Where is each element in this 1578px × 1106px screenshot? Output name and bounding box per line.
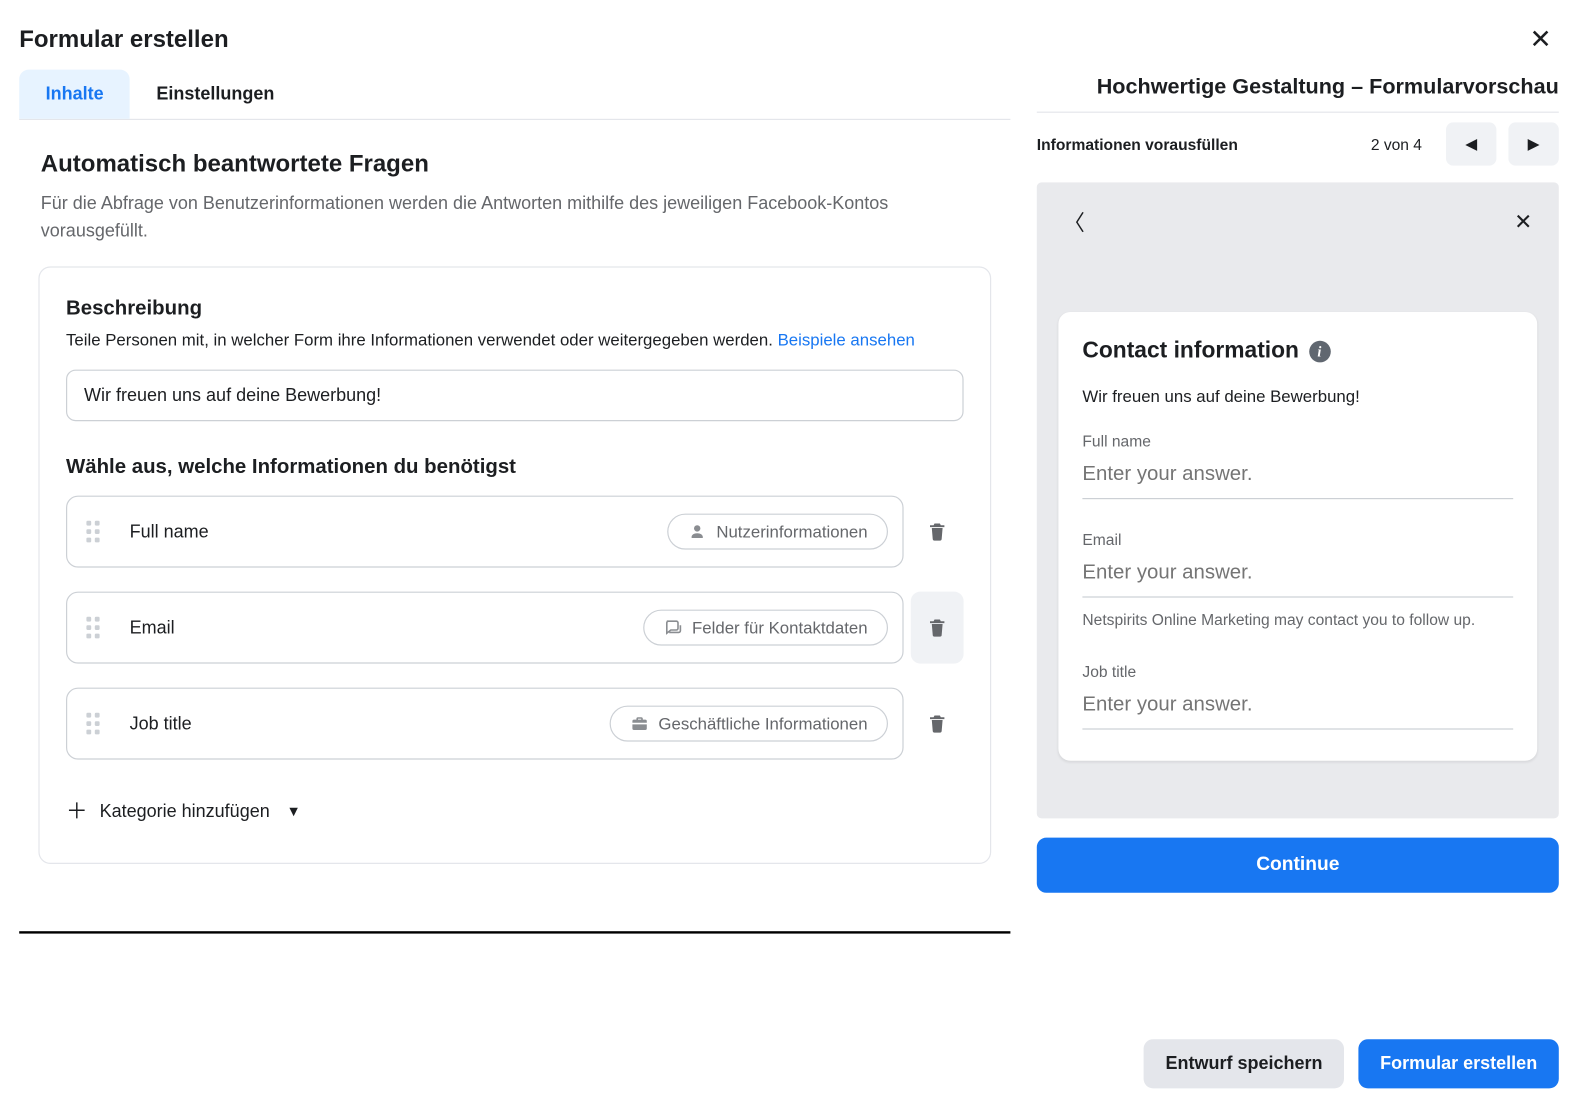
- preview-field-input[interactable]: [1082, 560, 1513, 597]
- page-title: Formular erstellen: [19, 26, 228, 54]
- select-info-heading: Wähle aus, welche Informationen du benöt…: [66, 455, 964, 479]
- preview-field-input[interactable]: [1082, 462, 1513, 499]
- trash-icon: [926, 713, 948, 735]
- save-draft-button[interactable]: Entwurf speichern: [1144, 1039, 1344, 1088]
- contact-card: Contact information i Wir freuen uns auf…: [1058, 312, 1537, 761]
- pager-position: 2 von 4: [1371, 135, 1422, 153]
- section-subtitle: Für die Abfrage von Benutzerinformatione…: [41, 191, 989, 245]
- contact-title: Contact information: [1082, 338, 1299, 364]
- chat-icon: [663, 618, 682, 637]
- briefcase-icon: [630, 714, 649, 733]
- chevron-down-icon: ▼: [287, 803, 301, 820]
- tab-settings[interactable]: Einstellungen: [130, 70, 301, 119]
- delete-field-button[interactable]: [911, 592, 964, 664]
- pager-label: Informationen vorausfüllen: [1037, 135, 1359, 153]
- preview-field-label: Full name: [1082, 432, 1513, 450]
- caret-right-icon: ▶: [1528, 134, 1540, 153]
- back-icon[interactable]: 〈: [1063, 206, 1085, 237]
- close-icon[interactable]: ✕: [1514, 209, 1532, 234]
- field-label: Job title: [130, 713, 610, 733]
- field-chip-user: Nutzerinformationen: [667, 514, 888, 550]
- trash-icon: [926, 617, 948, 639]
- description-text: Teile Personen mit, in welcher Form ihre…: [66, 330, 778, 349]
- continue-button[interactable]: Continue: [1037, 838, 1559, 893]
- preview-field-label: Job title: [1082, 663, 1513, 681]
- field-box[interactable]: Full name Nutzerinformationen: [66, 496, 904, 568]
- close-icon[interactable]: ✕: [1525, 22, 1557, 58]
- field-box[interactable]: Email Felder für Kontaktdaten: [66, 592, 904, 664]
- delete-field-button[interactable]: [911, 496, 964, 568]
- pager-next-button[interactable]: ▶: [1508, 122, 1558, 165]
- field-row-email: Email Felder für Kontaktdaten: [66, 592, 964, 664]
- description-card: Beschreibung Teile Personen mit, in welc…: [38, 266, 991, 864]
- caret-left-icon: ◀: [1465, 134, 1477, 153]
- drag-handle-icon[interactable]: [86, 713, 103, 735]
- info-icon[interactable]: i: [1309, 341, 1331, 363]
- field-row-fullname: Full name Nutzerinformationen: [66, 496, 964, 568]
- preview-field-hint: Netspirits Online Marketing may contact …: [1082, 610, 1513, 632]
- tab-bar: Inhalte Einstellungen: [19, 70, 1010, 120]
- divider: [1037, 112, 1559, 113]
- tab-content[interactable]: Inhalte: [19, 70, 130, 119]
- plus-icon: ＋: [66, 800, 88, 822]
- delete-field-button[interactable]: [911, 688, 964, 760]
- description-heading: Beschreibung: [66, 296, 964, 320]
- trash-icon: [926, 521, 948, 543]
- phone-preview: 〈 ✕ Contact information i Wir freuen uns…: [1037, 182, 1559, 818]
- contact-description: Wir freuen uns auf deine Bewerbung!: [1082, 386, 1513, 405]
- field-row-jobtitle: Job title Geschäftliche Informationen: [66, 688, 964, 760]
- field-label: Email: [130, 617, 643, 637]
- preview-field-input[interactable]: [1082, 693, 1513, 730]
- drag-handle-icon[interactable]: [86, 521, 103, 543]
- field-box[interactable]: Job title Geschäftliche Informationen: [66, 688, 904, 760]
- preview-title: Hochwertige Gestaltung – Formularvorscha…: [1037, 74, 1559, 99]
- create-form-button[interactable]: Formular erstellen: [1359, 1039, 1559, 1088]
- field-chip-business: Geschäftliche Informationen: [609, 706, 888, 742]
- description-input[interactable]: [66, 370, 964, 422]
- preview-field-label: Email: [1082, 530, 1513, 548]
- section-title: Automatisch beantwortete Fragen: [41, 151, 989, 179]
- examples-link[interactable]: Beispiele ansehen: [778, 330, 915, 349]
- add-category-button[interactable]: ＋ Kategorie hinzufügen ▼: [66, 793, 301, 829]
- user-icon: [688, 522, 707, 541]
- drag-handle-icon[interactable]: [86, 617, 103, 639]
- field-label: Full name: [130, 521, 668, 541]
- divider: [19, 931, 1010, 933]
- field-chip-contact: Felder für Kontaktdaten: [643, 610, 888, 646]
- pager-prev-button[interactable]: ◀: [1446, 122, 1496, 165]
